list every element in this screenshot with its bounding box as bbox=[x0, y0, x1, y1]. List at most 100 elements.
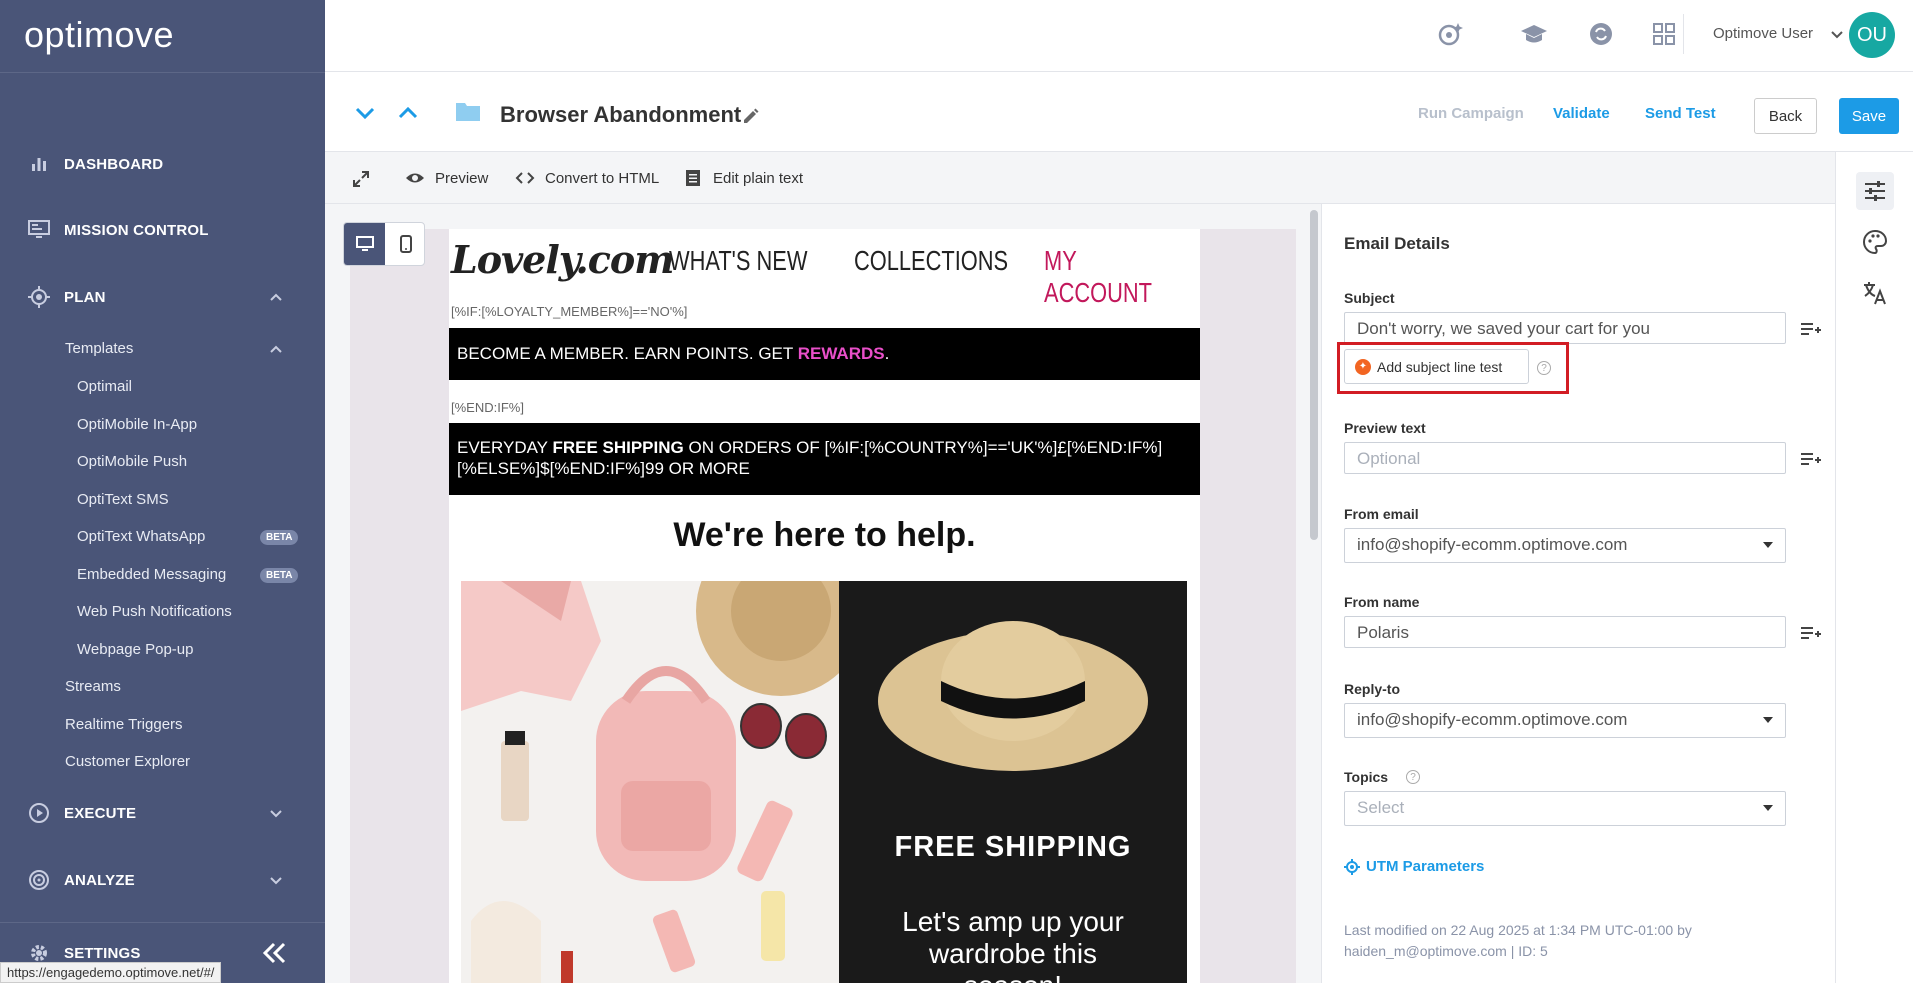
run-campaign-button[interactable]: Run Campaign bbox=[1418, 105, 1524, 122]
nav-web-push[interactable]: Web Push Notifications bbox=[77, 603, 232, 620]
rewards-text: REWARDS bbox=[797, 344, 885, 363]
help-icon[interactable]: ? bbox=[1406, 770, 1420, 784]
view-toggle bbox=[343, 222, 425, 266]
email-nav-collections[interactable]: COLLECTIONS bbox=[854, 245, 1008, 277]
nav-optimail[interactable]: Optimail bbox=[77, 378, 132, 395]
back-button[interactable]: Back bbox=[1754, 98, 1817, 134]
personalization-icon[interactable] bbox=[1800, 624, 1822, 642]
editor-canvas: Lovely.com WHAT'S NEW COLLECTIONS MY ACC… bbox=[325, 204, 1321, 983]
subject-input[interactable]: Don't worry, we saved your cart for you bbox=[1344, 312, 1786, 344]
palette-icon[interactable] bbox=[1862, 229, 1888, 255]
apps-grid-icon[interactable] bbox=[1650, 20, 1678, 48]
shipping-banner[interactable]: EVERYDAY FREE SHIPPING ON ORDERS OF [%IF… bbox=[449, 423, 1200, 495]
pencil-icon[interactable] bbox=[741, 106, 761, 126]
personalization-icon[interactable] bbox=[1800, 320, 1822, 338]
top-header: Optimove User OU bbox=[325, 0, 1913, 72]
divider bbox=[1683, 14, 1684, 54]
nav-optimobile-inapp[interactable]: OptiMobile In-App bbox=[77, 416, 197, 433]
nav-optimobile-push[interactable]: OptiMobile Push bbox=[77, 453, 187, 470]
dropdown-arrow-icon bbox=[1763, 717, 1773, 723]
collapse-sidebar-icon[interactable] bbox=[260, 941, 288, 965]
nav-webpage-popup[interactable]: Webpage Pop-up bbox=[77, 641, 193, 658]
nav-embedded-messaging[interactable]: Embedded Messaging bbox=[77, 566, 226, 583]
add-subject-line-test-button[interactable]: ✦ Add subject line test bbox=[1344, 349, 1529, 384]
mobile-icon bbox=[399, 235, 412, 253]
preview-button[interactable]: Preview bbox=[405, 168, 488, 188]
graduation-cap-icon[interactable] bbox=[1520, 20, 1548, 48]
subject-label: Subject bbox=[1344, 290, 1395, 306]
email-preview[interactable]: Lovely.com WHAT'S NEW COLLECTIONS MY ACC… bbox=[449, 229, 1200, 983]
monitor-icon bbox=[28, 219, 50, 241]
sync-icon[interactable] bbox=[1587, 20, 1615, 48]
nav-plan[interactable]: PLAN bbox=[0, 279, 325, 315]
personalization-icon[interactable] bbox=[1800, 450, 1822, 468]
target-icon bbox=[28, 286, 50, 308]
email-nav-whats-new[interactable]: WHAT'S NEW bbox=[669, 245, 807, 277]
chevron-down-icon[interactable] bbox=[1829, 26, 1845, 42]
avatar[interactable]: OU bbox=[1849, 12, 1895, 58]
sliders-icon[interactable] bbox=[1862, 178, 1888, 204]
chevron-down-icon[interactable] bbox=[352, 100, 378, 126]
promo-panel[interactable]: FREE SHIPPING Let's amp up your wardrobe… bbox=[839, 581, 1187, 983]
sidebar: optimove DASHBOARD MISSION CONTROL PLAN … bbox=[0, 0, 325, 983]
reply-to-select[interactable]: info@shopify-ecomm.optimove.com bbox=[1344, 703, 1786, 738]
nav-label: DASHBOARD bbox=[64, 155, 164, 173]
nav-optitext-sms[interactable]: OptiText SMS bbox=[77, 491, 169, 508]
edit-plain-text-button[interactable]: Edit plain text bbox=[683, 168, 803, 188]
amp-line: season! bbox=[839, 970, 1187, 983]
chevron-down-icon[interactable] bbox=[268, 872, 284, 888]
help-icon[interactable]: ? bbox=[1537, 361, 1551, 375]
chevron-up-icon[interactable] bbox=[395, 100, 421, 126]
nav-label: MISSION CONTROL bbox=[64, 221, 209, 239]
flatlay-image bbox=[461, 581, 839, 983]
preview-text-input[interactable]: Optional bbox=[1344, 442, 1786, 474]
from-name-input[interactable]: Polaris bbox=[1344, 616, 1786, 648]
convert-to-html-button[interactable]: Convert to HTML bbox=[515, 168, 659, 188]
nav-streams[interactable]: Streams bbox=[65, 678, 121, 695]
toolbar-label: Edit plain text bbox=[713, 169, 804, 187]
analyze-icon bbox=[28, 869, 50, 891]
gear-icon bbox=[28, 942, 50, 964]
nav-customer-explorer[interactable]: Customer Explorer bbox=[65, 753, 190, 770]
ship-text: EVERYDAY bbox=[457, 438, 553, 457]
member-banner[interactable]: BECOME A MEMBER. EARN POINTS. GET REWARD… bbox=[449, 328, 1200, 380]
member-text: BECOME A MEMBER. EARN POINTS. GET bbox=[457, 344, 798, 363]
eye-icon bbox=[406, 173, 424, 183]
expand-icon[interactable] bbox=[352, 170, 370, 188]
nav-mission-control[interactable]: MISSION CONTROL bbox=[0, 212, 325, 248]
validate-button[interactable]: Validate bbox=[1553, 105, 1610, 122]
send-test-button[interactable]: Send Test bbox=[1645, 105, 1716, 122]
nav-realtime-triggers[interactable]: Realtime Triggers bbox=[65, 716, 183, 733]
canvas-scrollbar[interactable] bbox=[1310, 210, 1318, 540]
product-photo[interactable] bbox=[461, 581, 839, 983]
free-shipping-text: FREE SHIPPING bbox=[894, 831, 1132, 863]
chevron-down-icon[interactable] bbox=[268, 805, 284, 821]
user-name[interactable]: Optimove User bbox=[1713, 25, 1813, 42]
chevron-up-icon[interactable] bbox=[268, 289, 284, 305]
right-tool-strip bbox=[1835, 152, 1913, 983]
nav-analyze[interactable]: ANALYZE bbox=[0, 862, 325, 898]
divider bbox=[0, 72, 325, 73]
nav-dashboard[interactable]: DASHBOARD bbox=[0, 146, 325, 182]
topics-select[interactable]: Select bbox=[1344, 791, 1786, 826]
nav-optitext-whatsapp[interactable]: OptiText WhatsApp bbox=[77, 528, 205, 545]
last-modified-text: Last modified on 22 Aug 2025 at 1:34 PM … bbox=[1344, 920, 1744, 962]
ai-assistant-icon[interactable] bbox=[1437, 20, 1465, 48]
mobile-view-button[interactable] bbox=[385, 223, 424, 265]
ship-bold: FREE SHIPPING bbox=[552, 438, 684, 457]
nav-execute[interactable]: EXECUTE bbox=[0, 795, 325, 831]
from-email-select[interactable]: info@shopify-ecomm.optimove.com bbox=[1344, 528, 1786, 563]
desktop-view-button[interactable] bbox=[344, 223, 385, 265]
translate-icon[interactable] bbox=[1862, 280, 1888, 306]
button-label: Add subject line test bbox=[1377, 358, 1503, 375]
save-button[interactable]: Save bbox=[1839, 98, 1899, 134]
email-nav-my-account[interactable]: MY ACCOUNT bbox=[1044, 245, 1166, 309]
folder-icon[interactable] bbox=[455, 100, 481, 122]
brand-logo[interactable]: Lovely.com bbox=[451, 237, 674, 282]
optimove-logo[interactable]: optimove bbox=[24, 14, 174, 56]
modified-line: haiden_m@optimove.com | ID: 5 bbox=[1344, 943, 1548, 959]
help-heading[interactable]: We're here to help. bbox=[449, 516, 1200, 555]
utm-parameters-link[interactable]: UTM Parameters bbox=[1344, 858, 1484, 875]
nav-templates[interactable]: Templates bbox=[65, 340, 282, 357]
chevron-up-icon[interactable] bbox=[268, 341, 284, 357]
